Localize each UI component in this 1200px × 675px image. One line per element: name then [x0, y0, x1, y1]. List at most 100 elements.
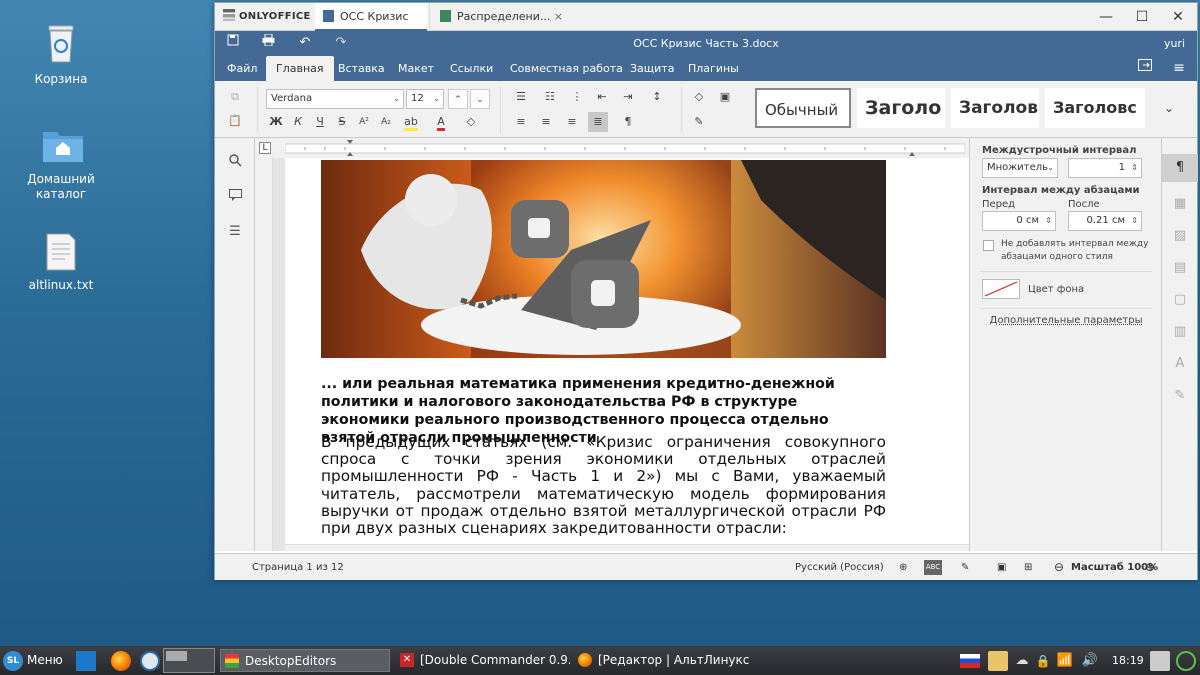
font-size-select[interactable]: 12 ⌄ — [406, 89, 444, 109]
maximize-button[interactable]: ☐ — [1127, 3, 1157, 31]
workspace-switcher[interactable] — [163, 648, 215, 673]
nonprinting-characters-icon[interactable]: ¶ — [618, 112, 638, 132]
italic-button[interactable]: К — [288, 112, 308, 132]
vertical-ruler[interactable] — [255, 158, 273, 551]
task-double-commander[interactable]: ✕[Double Commander 0.9.8... — [396, 649, 570, 672]
comments-icon[interactable] — [225, 188, 245, 208]
horizontal-ruler[interactable]: L — [255, 138, 969, 158]
shape-settings-icon[interactable]: ▢ — [1170, 290, 1190, 310]
paste-icon[interactable]: 📋 — [225, 111, 245, 131]
open-location-icon[interactable] — [1135, 58, 1155, 78]
numbered-list-icon[interactable]: ☷ — [540, 87, 560, 107]
tab-spreadsheet[interactable]: Распределени... × — [429, 3, 569, 31]
align-right-icon[interactable]: ≡ — [562, 112, 582, 132]
decrease-font-button[interactable]: ⌄ — [470, 89, 490, 109]
strikethrough-button[interactable]: S — [332, 112, 352, 132]
align-left-icon[interactable]: ≡ — [511, 112, 531, 132]
calendar-icon[interactable] — [1150, 651, 1170, 671]
zoom-in-icon[interactable]: ⊕ — [1145, 554, 1155, 581]
spacing-before-input[interactable]: 0 см ⇕ — [982, 211, 1056, 231]
style-heading-2[interactable]: Заголов — [951, 88, 1039, 128]
close-icon[interactable]: × — [554, 3, 563, 31]
menu-protection[interactable]: Защита — [620, 56, 684, 81]
menu-collaboration[interactable]: Совместная работа — [500, 56, 633, 81]
advanced-settings-link[interactable]: Дополнительные параметры — [970, 315, 1162, 326]
tab-onlyoffice-home[interactable]: ONLYOFFICE — [223, 3, 315, 31]
paragraph-shading-button[interactable]: ◇ — [461, 112, 481, 132]
decrease-indent-icon[interactable]: ⇤ — [592, 87, 612, 107]
style-normal[interactable]: Обычный — [755, 88, 851, 128]
document-image[interactable] — [321, 160, 886, 358]
search-icon[interactable] — [225, 154, 245, 174]
minimize-button[interactable]: — — [1091, 3, 1121, 31]
no-interval-checkbox[interactable] — [983, 240, 994, 251]
task-desktopeditors[interactable]: DesktopEditors — [220, 649, 390, 672]
cloud-icon[interactable]: ☁ — [1012, 651, 1032, 671]
styles-expand-chevron-icon[interactable]: ⌄ — [1159, 98, 1179, 118]
language-select[interactable]: Русский (Россия) — [795, 554, 884, 581]
underline-button[interactable]: Ч — [310, 112, 330, 132]
tab-stop-selector[interactable]: L — [259, 142, 271, 154]
menu-references[interactable]: Ссылки — [440, 56, 503, 81]
header-footer-icon[interactable]: ▤ — [1170, 258, 1190, 278]
font-color-button[interactable]: A — [431, 112, 451, 132]
start-menu-button[interactable]: Меню — [27, 646, 63, 675]
menu-layout[interactable]: Макет — [388, 56, 444, 81]
fit-width-icon[interactable]: ⊞ — [1024, 554, 1032, 581]
menu-plugins[interactable]: Плагины — [678, 56, 749, 81]
task-browser-editor[interactable]: [Редактор | АльтЛинукс: ... — [574, 649, 750, 672]
clear-style-icon[interactable]: ◇ — [689, 87, 709, 107]
tab-document[interactable]: ОСС Кризис Ч... × — [315, 3, 427, 51]
style-heading-3[interactable]: Заголовс — [1045, 88, 1145, 128]
track-changes-icon[interactable]: ✎ — [961, 554, 969, 581]
firefox-icon[interactable] — [111, 651, 131, 671]
line-spacing-mode-select[interactable]: Множитель ⌄ — [982, 158, 1058, 178]
menu-home[interactable]: Главная — [266, 56, 334, 81]
show-desktop-icon[interactable] — [76, 651, 96, 671]
close-window-button[interactable]: ✕ — [1163, 3, 1193, 31]
fit-page-icon[interactable]: ▣ — [997, 554, 1006, 581]
copy-style-icon[interactable]: ✎ — [689, 112, 709, 132]
color-scheme-icon[interactable]: ▣ — [715, 87, 735, 107]
highlight-color-button[interactable]: ab — [401, 112, 421, 132]
spellcheck-icon[interactable]: ABC — [924, 560, 942, 575]
increase-indent-icon[interactable]: ⇥ — [618, 87, 638, 107]
document-paragraph[interactable]: В предыдущих статьях (см. «Кризис ограни… — [321, 433, 886, 537]
document-page[interactable]: ... или реальная математика применения к… — [285, 158, 969, 551]
globe-icon[interactable]: ⊕ — [899, 554, 907, 581]
desktop-icon-home[interactable]: Домашний каталог — [15, 126, 107, 202]
bold-button[interactable]: Ж — [266, 112, 286, 132]
paragraph-settings-icon[interactable]: ¶ — [1162, 154, 1198, 182]
justify-icon[interactable]: ≣ — [588, 112, 608, 132]
desktop-icon-textfile[interactable]: altlinux.txt — [15, 232, 107, 293]
navigation-icon[interactable]: ☰ — [225, 222, 245, 242]
textart-settings-icon[interactable]: A — [1170, 354, 1190, 374]
user-name[interactable]: yuri — [1164, 31, 1185, 56]
horizontal-scrollbar[interactable] — [285, 544, 969, 551]
chart-settings-icon[interactable]: ▥ — [1170, 322, 1190, 342]
image-settings-icon[interactable]: ▨ — [1170, 226, 1190, 246]
zoom-out-icon[interactable]: ⊖ — [1054, 554, 1064, 581]
update-notifier-icon[interactable] — [1176, 651, 1196, 671]
font-name-select[interactable]: Verdana ⌄ — [266, 89, 404, 109]
line-spacing-icon[interactable]: ↕ — [647, 87, 667, 107]
spacing-after-input[interactable]: 0.21 см ⇕ — [1068, 211, 1142, 231]
superscript-button[interactable]: A² — [354, 112, 374, 132]
page-info[interactable]: Страница 1 из 12 — [252, 554, 344, 581]
network-icon[interactable]: 📶 — [1055, 651, 1075, 671]
signature-settings-icon[interactable]: ✎ — [1170, 386, 1190, 406]
keyboard-layout-flag-icon[interactable] — [960, 654, 980, 668]
bullet-list-icon[interactable]: ☰ — [511, 87, 531, 107]
increase-font-button[interactable]: ⌃ — [448, 89, 468, 109]
table-settings-icon[interactable]: ▦ — [1170, 194, 1190, 214]
menu-file[interactable]: Файл — [217, 56, 267, 81]
workspace-thumbnail[interactable] — [166, 651, 187, 661]
desktop-icon-trash[interactable]: Корзина — [15, 22, 107, 87]
clock[interactable]: 18:19 — [1112, 646, 1144, 675]
document-canvas[interactable]: ... или реальная математика применения к… — [255, 158, 969, 551]
thunderbird-icon[interactable] — [140, 651, 160, 671]
hamburger-menu-icon[interactable]: ≡ — [1169, 58, 1189, 78]
line-spacing-value-input[interactable]: 1 ⇕ — [1068, 158, 1142, 178]
style-heading-1[interactable]: Заголо — [857, 88, 945, 128]
align-center-icon[interactable]: ≡ — [536, 112, 556, 132]
